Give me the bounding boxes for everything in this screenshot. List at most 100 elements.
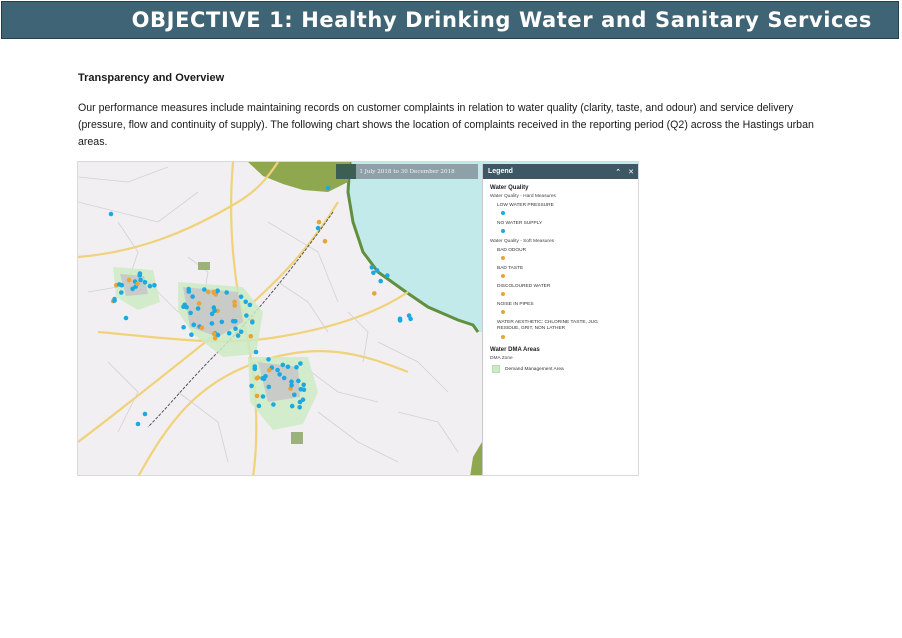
complaint-marker[interactable] xyxy=(253,349,259,355)
complaint-marker[interactable] xyxy=(378,278,384,284)
complaint-marker[interactable] xyxy=(226,330,232,336)
legend-item-demand-management: Demand Management Area xyxy=(492,365,638,373)
complaint-marker[interactable] xyxy=(108,211,114,217)
complaint-marker[interactable] xyxy=(195,306,201,311)
complaint-marker[interactable] xyxy=(247,302,253,308)
complaint-marker[interactable] xyxy=(263,374,268,379)
complaint-marker[interactable] xyxy=(285,364,291,370)
complaint-marker[interactable] xyxy=(186,289,192,294)
complaint-marker[interactable] xyxy=(135,421,141,427)
complaint-marker[interactable] xyxy=(123,315,129,321)
complaint-marker[interactable] xyxy=(188,310,193,316)
soft-measure-dot-icon xyxy=(501,335,505,339)
chevron-up-icon[interactable]: ⌃ xyxy=(615,168,621,176)
close-icon[interactable]: ✕ xyxy=(628,168,634,176)
complaint-marker[interactable] xyxy=(211,331,217,337)
complaint-marker[interactable] xyxy=(232,303,237,308)
complaint-marker[interactable] xyxy=(117,282,122,287)
complaint-marker[interactable] xyxy=(249,383,254,389)
complaint-marker[interactable] xyxy=(281,375,287,381)
complaint-marker[interactable] xyxy=(238,294,244,300)
complaint-marker[interactable] xyxy=(244,313,249,318)
legend-item-bad-taste: BAD TASTE xyxy=(497,266,524,271)
complaint-marker[interactable] xyxy=(126,277,132,283)
complaint-marker[interactable] xyxy=(385,273,390,278)
complaint-marker[interactable] xyxy=(190,294,195,299)
complaint-marker[interactable] xyxy=(267,367,272,373)
complaint-marker[interactable] xyxy=(260,394,266,399)
complaint-marker[interactable] xyxy=(147,283,153,289)
complaint-marker[interactable] xyxy=(298,361,303,366)
complaint-marker[interactable] xyxy=(119,290,124,295)
complaint-marker[interactable] xyxy=(250,320,255,325)
complaints-map[interactable]: 1 July 2018 to 30 December 2018 Legend ⌃… xyxy=(77,161,639,476)
complaint-marker[interactable] xyxy=(219,319,225,325)
complaint-marker[interactable] xyxy=(212,336,218,341)
date-range-label: 1 July 2018 to 30 December 2018 xyxy=(359,168,455,175)
legend-item-water-aesthetic: WATER AESTHETIC: CHLORINE TASTE, JUG RES… xyxy=(497,320,598,331)
complaint-marker[interactable] xyxy=(235,333,241,338)
complaint-marker[interactable] xyxy=(408,316,413,322)
complaint-marker[interactable] xyxy=(138,277,143,283)
complaint-marker[interactable] xyxy=(152,283,157,288)
complaint-marker[interactable] xyxy=(238,329,244,335)
complaint-marker[interactable] xyxy=(205,289,211,295)
complaint-marker[interactable] xyxy=(315,225,321,231)
hard-measure-dot-icon xyxy=(501,211,505,215)
complaint-marker[interactable] xyxy=(142,411,148,417)
complaint-marker[interactable] xyxy=(142,280,148,285)
complaint-marker[interactable] xyxy=(289,403,295,409)
complaint-marker[interactable] xyxy=(189,332,194,337)
complaint-marker[interactable] xyxy=(254,393,260,399)
legend-item-bad-odour: BAD ODOUR xyxy=(497,248,527,253)
complaint-marker[interactable] xyxy=(209,321,215,326)
legend-body: Water Quality Water Quality - Hard Measu… xyxy=(483,179,638,373)
complaint-marker[interactable] xyxy=(316,219,322,225)
complaint-marker[interactable] xyxy=(211,289,217,295)
legend-item-noise-in-pipes: NOISE IN PIPES xyxy=(497,302,534,307)
complaint-marker[interactable] xyxy=(211,305,217,310)
complaint-marker[interactable] xyxy=(266,357,271,362)
complaint-marker[interactable] xyxy=(112,298,117,303)
complaint-marker[interactable] xyxy=(371,270,376,276)
complaint-marker[interactable] xyxy=(196,301,202,306)
complaint-marker[interactable] xyxy=(369,265,375,270)
complaint-marker[interactable] xyxy=(397,318,403,323)
complaint-marker[interactable] xyxy=(199,325,205,331)
complaint-marker[interactable] xyxy=(301,382,306,388)
complaint-marker[interactable] xyxy=(275,367,280,373)
complaint-marker[interactable] xyxy=(289,383,294,388)
complaint-marker[interactable] xyxy=(191,322,197,328)
complaint-marker[interactable] xyxy=(233,326,238,331)
complaint-marker[interactable] xyxy=(277,372,282,377)
objective-title: OBJECTIVE 1: Healthy Drinking Water and … xyxy=(131,8,872,32)
complaint-marker[interactable] xyxy=(325,185,331,191)
complaint-marker[interactable] xyxy=(301,387,307,392)
complaint-marker[interactable] xyxy=(280,362,286,368)
complaint-marker[interactable] xyxy=(224,290,229,295)
complaint-marker[interactable] xyxy=(372,291,377,296)
complaint-marker[interactable] xyxy=(135,281,140,287)
complaint-marker[interactable] xyxy=(297,405,302,410)
complaint-marker[interactable] xyxy=(209,311,215,317)
complaint-marker[interactable] xyxy=(248,333,254,339)
soft-measure-dot-icon xyxy=(501,310,505,314)
complaint-marker[interactable] xyxy=(184,304,189,310)
legend-subheading-hard: Water Quality - Hard Measures xyxy=(490,194,556,199)
complaint-marker[interactable] xyxy=(256,403,262,409)
complaint-marker[interactable] xyxy=(252,366,258,372)
complaint-marker[interactable] xyxy=(296,378,301,384)
complaint-marker[interactable] xyxy=(271,402,276,407)
complaint-marker[interactable] xyxy=(322,238,328,244)
complaint-marker[interactable] xyxy=(292,392,297,398)
legend-subheading-dma: DMA Zone xyxy=(490,356,513,361)
complaint-marker[interactable] xyxy=(181,325,186,330)
complaint-marker[interactable] xyxy=(243,299,248,305)
complaint-marker[interactable] xyxy=(294,365,299,370)
complaint-marker[interactable] xyxy=(230,318,236,324)
complaint-marker[interactable] xyxy=(137,273,142,278)
complaint-marker[interactable] xyxy=(266,384,272,390)
complaint-marker[interactable] xyxy=(255,375,261,380)
complaint-marker[interactable] xyxy=(202,287,207,292)
complaint-marker[interactable] xyxy=(297,399,303,405)
